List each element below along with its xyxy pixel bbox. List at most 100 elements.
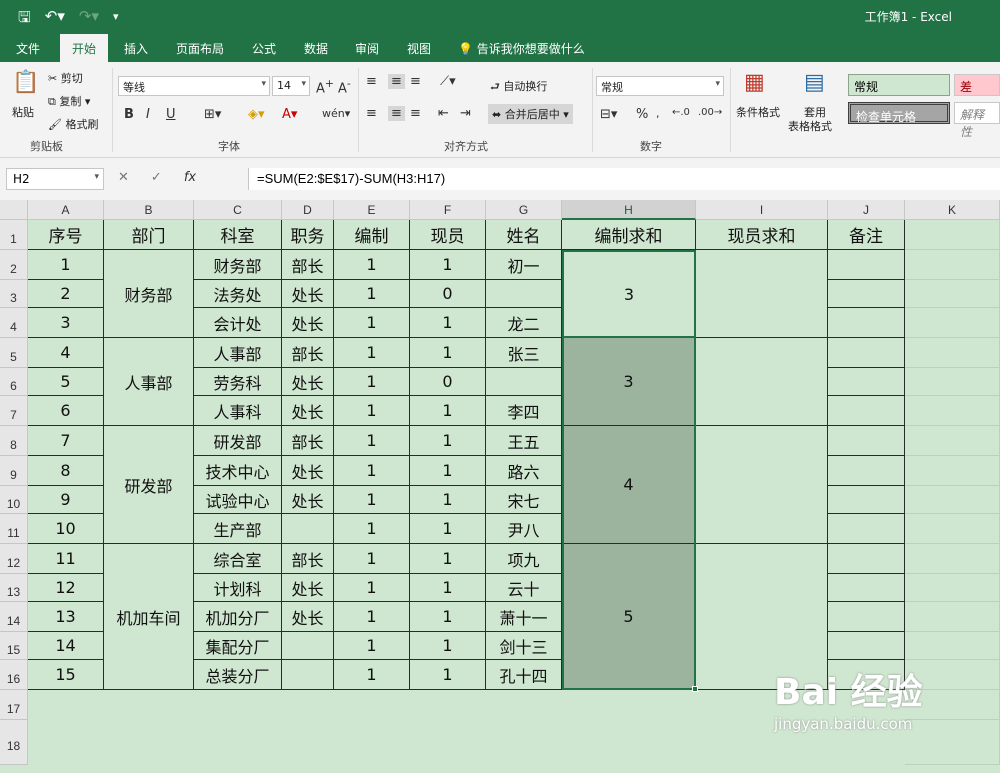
empty-cell[interactable] (905, 338, 1000, 368)
redo-icon[interactable]: ↷▾ (79, 7, 99, 32)
row-header-16[interactable]: 16 (0, 660, 28, 690)
table-row-remark[interactable] (828, 574, 905, 602)
department-cell[interactable]: 人事部 (104, 338, 194, 426)
table-row-name[interactable] (486, 280, 562, 308)
comma-style-icon[interactable]: , (656, 107, 660, 120)
decrease-decimal-icon[interactable]: .00→ (698, 107, 722, 118)
shrink-font-icon[interactable]: A- (338, 77, 351, 96)
table-row-section[interactable]: 法务处 (194, 280, 282, 308)
table-row-name[interactable]: 张三 (486, 338, 562, 368)
format-as-table-button-line2[interactable]: 表格格式 (788, 118, 832, 134)
row-header-11[interactable]: 11 (0, 514, 28, 544)
table-row-quota[interactable]: 1 (334, 602, 410, 632)
table-row-staff[interactable]: 1 (410, 456, 486, 486)
row-header-18[interactable]: 18 (0, 720, 28, 765)
column-header-d[interactable]: D (282, 200, 334, 220)
bold-button[interactable]: B (124, 107, 134, 122)
table-row-quota[interactable]: 1 (334, 250, 410, 280)
table-row-name[interactable]: 项九 (486, 544, 562, 574)
paste-icon[interactable]: 📋 (12, 70, 39, 95)
row-header-10[interactable]: 10 (0, 486, 28, 514)
table-row-remark[interactable] (828, 486, 905, 514)
cancel-icon[interactable]: ✕ (118, 170, 129, 185)
table-row-staff[interactable]: 1 (410, 486, 486, 514)
phonetic-icon[interactable]: wén▾ (322, 107, 350, 120)
font-color-icon[interactable]: A▾ (282, 107, 297, 122)
name-box[interactable]: H2 (6, 168, 104, 190)
table-row-section[interactable]: 财务部 (194, 250, 282, 280)
number-format-select[interactable]: 常规 (596, 76, 724, 96)
table-row-seq[interactable]: 14 (28, 632, 104, 660)
column-header-j[interactable]: J (828, 200, 905, 220)
table-row-seq[interactable]: 11 (28, 544, 104, 574)
table-row-seq[interactable]: 4 (28, 338, 104, 368)
table-row-name[interactable]: 宋七 (486, 486, 562, 514)
fill-handle[interactable] (692, 686, 698, 692)
table-row-title[interactable]: 处长 (282, 456, 334, 486)
table-row-staff[interactable]: 1 (410, 544, 486, 574)
increase-decimal-icon[interactable]: ←.0 (672, 107, 690, 118)
row-header-15[interactable]: 15 (0, 632, 28, 660)
align-bottom-icon[interactable]: ≡ (410, 74, 421, 89)
empty-cell[interactable] (905, 602, 1000, 632)
row-header-5[interactable]: 5 (0, 338, 28, 368)
tab-view[interactable]: 视图 (407, 40, 431, 57)
align-right-icon[interactable]: ≡ (410, 106, 421, 121)
staff-sum-cell[interactable] (696, 338, 828, 426)
table-row-staff[interactable]: 1 (410, 396, 486, 426)
table-row-staff[interactable]: 0 (410, 280, 486, 308)
table-row-staff[interactable]: 0 (410, 368, 486, 396)
table-row-seq[interactable]: 6 (28, 396, 104, 426)
table-row-title[interactable]: 部长 (282, 544, 334, 574)
customize-qat-icon[interactable]: ▾ (113, 10, 119, 32)
table-row-name[interactable]: 云十 (486, 574, 562, 602)
row-header-4[interactable]: 4 (0, 308, 28, 338)
table-row-staff[interactable]: 1 (410, 632, 486, 660)
table-row-quota[interactable]: 1 (334, 426, 410, 456)
table-row-seq[interactable]: 8 (28, 456, 104, 486)
table-row-section[interactable]: 人事部 (194, 338, 282, 368)
table-header-cell[interactable]: 备注 (828, 220, 905, 250)
table-row-quota[interactable]: 1 (334, 338, 410, 368)
tell-me-box[interactable]: 💡 告诉我你想要做什么 (458, 40, 585, 57)
table-row-quota[interactable]: 1 (334, 544, 410, 574)
table-header-cell[interactable]: 现员 (410, 220, 486, 250)
table-row-staff[interactable]: 1 (410, 338, 486, 368)
column-header-c[interactable]: C (194, 200, 282, 220)
conditional-format-icon[interactable]: ▦ (744, 70, 765, 95)
save-icon[interactable]: 🖫 (18, 7, 31, 32)
insert-function-button[interactable]: fx (184, 170, 196, 185)
align-center-icon[interactable]: ≡ (388, 106, 405, 121)
table-row-section[interactable]: 生产部 (194, 514, 282, 544)
table-row-name[interactable]: 路六 (486, 456, 562, 486)
table-row-staff[interactable]: 1 (410, 308, 486, 338)
table-row-section[interactable]: 计划科 (194, 574, 282, 602)
quota-sum-cell[interactable]: 5 (562, 544, 696, 690)
table-row-title[interactable]: 处长 (282, 396, 334, 426)
select-all-corner[interactable] (0, 200, 28, 220)
empty-cell[interactable] (905, 544, 1000, 574)
empty-cell[interactable] (905, 250, 1000, 280)
table-header-cell[interactable]: 姓名 (486, 220, 562, 250)
department-cell[interactable]: 机加车间 (104, 544, 194, 690)
font-name-select[interactable]: 等线 (118, 76, 270, 96)
format-as-table-icon[interactable]: ▤ (804, 70, 825, 95)
cut-button[interactable]: ✂ 剪切 (48, 70, 83, 86)
table-row-name[interactable] (486, 368, 562, 396)
table-row-staff[interactable]: 1 (410, 250, 486, 280)
table-row-staff[interactable]: 1 (410, 514, 486, 544)
table-row-title[interactable]: 部长 (282, 338, 334, 368)
table-row-quota[interactable]: 1 (334, 514, 410, 544)
table-row-name[interactable]: 孔十四 (486, 660, 562, 690)
table-row-staff[interactable]: 1 (410, 602, 486, 632)
style-explanatory[interactable]: 解释性 (954, 102, 1000, 139)
staff-sum-cell[interactable] (696, 250, 828, 338)
table-row-remark[interactable] (828, 602, 905, 632)
table-row-name[interactable]: 萧十一 (486, 602, 562, 632)
row-header-2[interactable]: 2 (0, 250, 28, 280)
table-row-name[interactable]: 王五 (486, 426, 562, 456)
column-header-b[interactable]: B (104, 200, 194, 220)
conditional-format-button[interactable]: 条件格式 (736, 104, 780, 120)
empty-cell[interactable] (905, 426, 1000, 456)
table-row-quota[interactable]: 1 (334, 486, 410, 514)
